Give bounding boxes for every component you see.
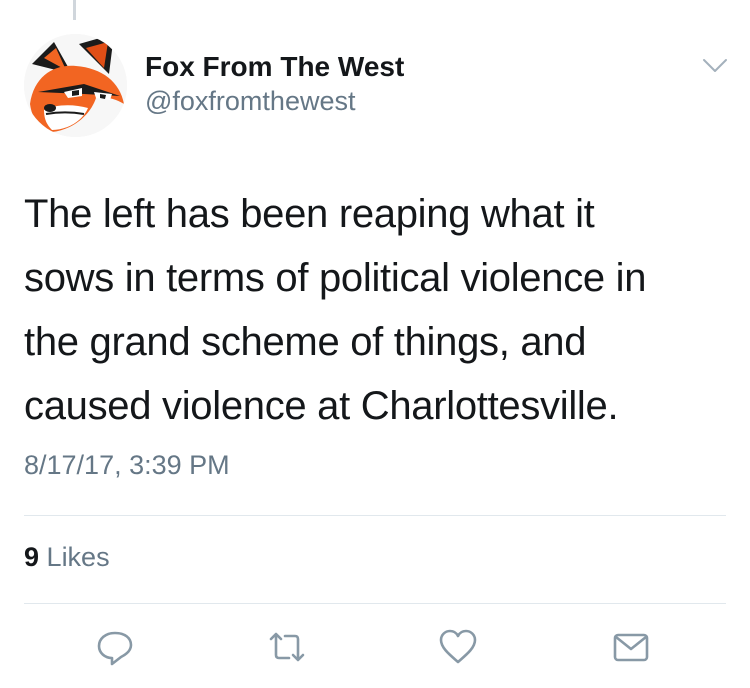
author-display-name[interactable]: Fox From The West [145,50,404,84]
likes-label: Likes [46,542,110,572]
author-block[interactable]: Fox From The West @foxfromthewest [145,50,404,118]
tweet-detail: Fox From The West @foxfromthewest The le… [0,0,750,688]
thread-connector-line [73,0,76,20]
retweet-icon [269,632,305,662]
divider [24,603,726,604]
likes-count: 9 [24,542,40,572]
retweet-button[interactable] [265,625,309,669]
chevron-down-icon[interactable] [702,58,728,74]
reply-button[interactable] [93,625,137,669]
divider [24,515,726,516]
tweet-text-line: the grand scheme of things, and [24,320,587,364]
fox-avatar-icon [24,34,127,137]
like-button[interactable] [436,625,480,669]
author-handle[interactable]: @foxfromthewest [145,84,404,118]
tweet-timestamp: 8/17/17, 3:39 PM [24,450,230,480]
direct-message-button[interactable] [609,625,653,669]
tweet-text-line: The left has been reaping what it [24,192,595,236]
heart-icon [439,629,477,664]
envelope-icon [613,633,649,662]
reply-icon [97,631,133,666]
likes-summary[interactable]: 9 Likes [24,542,110,573]
tweet-action-bar [0,625,750,675]
tweet-text-line: caused violence at Charlottesville. [24,384,619,428]
tweet-text: The left has been reaping what it sows i… [24,182,714,438]
tweet-text-line: sows in terms of political violence in [24,256,647,300]
fox-avatar[interactable] [24,34,127,137]
